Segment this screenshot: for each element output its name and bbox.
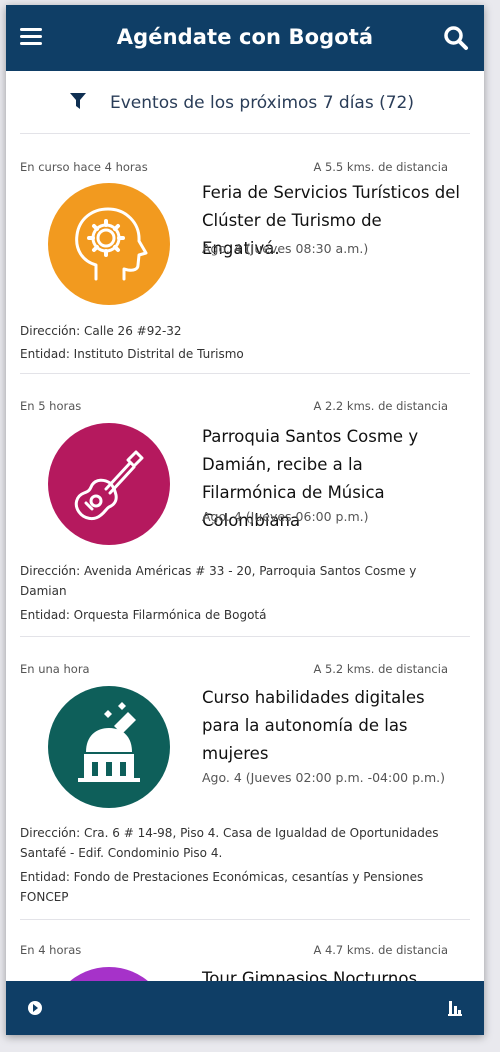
event-distance: A 4.7 kms. de distancia <box>313 943 448 957</box>
page-title: Agéndate con Bogotá <box>116 25 374 49</box>
filter-label[interactable]: Eventos de los próximos 7 días (72) <box>110 93 414 113</box>
event-card[interactable]: En una hora A 5.2 kms. de distancia Curs… <box>6 636 484 919</box>
event-image <box>48 967 170 981</box>
event-image <box>48 686 170 808</box>
event-card[interactable]: En 4 horas A 4.7 kms. de distancia Tour … <box>6 919 484 981</box>
event-status: En curso hace 4 horas <box>20 160 148 174</box>
guitar-icon <box>74 450 144 521</box>
event-address: Dirección: Cra. 6 # 14-98, Piso 4. Casa … <box>20 826 439 860</box>
event-date: Ago. 4 (Jueves 02:00 p.m. -04:00 p.m.) <box>202 770 446 785</box>
top-app-bar: Agéndate con Bogotá <box>6 5 484 71</box>
head-gear-icon <box>75 207 148 281</box>
event-address: Dirección: Calle 26 #92-32 <box>20 324 182 338</box>
event-status: En 5 horas <box>20 399 82 413</box>
event-distance: A 2.2 kms. de distancia <box>313 399 448 413</box>
event-date: Ago. 4 (Jueves 08:30 a.m.) <box>202 241 369 256</box>
app-frame: Agéndate con Bogotá Eventos de los próxi… <box>6 5 484 1035</box>
event-entity: Entidad: Fondo de Prestaciones Económica… <box>20 870 424 904</box>
event-address: Dirección: Avenida Américas # 33 - 20, P… <box>20 564 417 598</box>
event-title[interactable]: Curso habilidades digitales para la auto… <box>202 684 462 768</box>
event-title[interactable]: Tour Gimnasios Nocturnos <box>202 965 462 981</box>
location-icon[interactable] <box>26 999 44 1017</box>
filter-icon[interactable] <box>70 92 86 110</box>
filter-bar[interactable]: Eventos de los próximos 7 días (72) <box>6 71 484 133</box>
event-distance: A 5.2 kms. de distancia <box>313 662 448 676</box>
event-card[interactable]: En curso hace 4 horas A 5.5 kms. de dist… <box>6 133 484 373</box>
list-icon[interactable] <box>446 999 464 1017</box>
event-status: En 4 horas <box>20 943 82 957</box>
observatory-icon <box>78 702 140 782</box>
event-distance: A 5.5 kms. de distancia <box>313 160 448 174</box>
event-entity: Entidad: Orquesta Filarmónica de Bogotá <box>20 608 267 622</box>
bottom-nav-bar <box>6 981 484 1035</box>
event-image <box>48 423 170 545</box>
event-date: Ago. 4 (Jueves 06:00 p.m.) <box>202 509 369 524</box>
event-entity: Entidad: Instituto Distrital de Turismo <box>20 347 244 361</box>
event-status: En una hora <box>20 662 90 676</box>
event-image <box>48 183 170 305</box>
search-icon <box>444 26 468 50</box>
event-card[interactable]: En 5 horas A 2.2 kms. de distancia Parro… <box>6 373 484 636</box>
search-button[interactable] <box>442 24 470 52</box>
